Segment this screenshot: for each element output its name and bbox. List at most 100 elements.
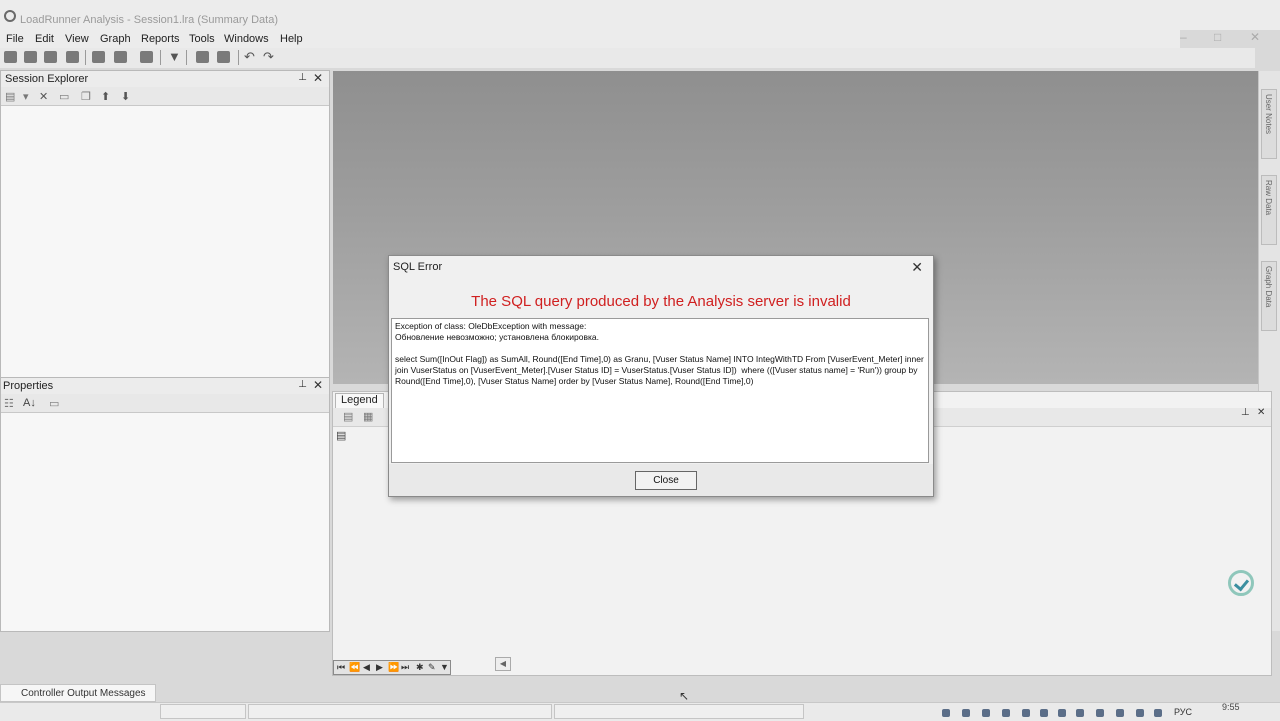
wifi-icon[interactable] xyxy=(1136,709,1144,717)
add-graph-icon[interactable]: ▤ xyxy=(5,90,15,103)
legend-config-icon[interactable]: ▤ xyxy=(343,410,353,423)
categorized-icon[interactable]: ☷ xyxy=(4,397,14,410)
delete-icon[interactable]: ✕ xyxy=(39,90,48,103)
tab-user-notes[interactable]: User Notes xyxy=(1261,89,1277,159)
edit-record-icon[interactable]: ✎ xyxy=(428,662,436,673)
status-cell xyxy=(160,704,246,719)
rename-icon[interactable]: ▭ xyxy=(59,90,69,103)
menu-file[interactable]: File xyxy=(6,33,24,45)
move-up-icon[interactable]: ⬆ xyxy=(101,90,110,103)
report-icon[interactable] xyxy=(196,51,209,63)
maximize-icon[interactable]: □ xyxy=(1214,30,1221,44)
pin-icon[interactable]: ⊥ xyxy=(298,72,307,83)
tray-icon[interactable] xyxy=(1076,709,1084,717)
filter-icon[interactable]: ▼ xyxy=(440,662,449,672)
tray-icon[interactable] xyxy=(942,709,950,717)
window-title: LoadRunner Analysis - Session1.lra (Summ… xyxy=(20,14,279,26)
menu-windows[interactable]: Windows xyxy=(224,33,269,45)
tray-icon[interactable] xyxy=(1022,709,1030,717)
dialog-title: SQL Error xyxy=(393,261,443,273)
tab-raw-data-label: Raw Data xyxy=(1264,180,1273,216)
save-icon[interactable] xyxy=(44,51,57,63)
last-record-icon[interactable]: ⏭ xyxy=(401,662,409,673)
status-cell xyxy=(248,704,552,719)
move-down-icon[interactable]: ⬇ xyxy=(121,90,130,103)
minimize-icon[interactable]: – xyxy=(1180,30,1187,44)
new-graph-icon[interactable] xyxy=(92,51,105,63)
toolbar: ▼ ↶ ↷ xyxy=(0,48,1255,68)
close-icon[interactable]: ✕ xyxy=(1257,407,1265,418)
system-tray: РУС 9:55 xyxy=(930,702,1280,720)
next-page-icon[interactable]: ⏩ xyxy=(388,662,399,673)
properties-header: Properties ⊥ ✕ xyxy=(1,378,329,395)
html-report-icon[interactable] xyxy=(217,51,230,63)
sort-alpha-icon[interactable]: A↓ xyxy=(23,397,36,409)
close-window-icon[interactable]: ✕ xyxy=(1250,30,1260,44)
property-pages-icon[interactable]: ▭ xyxy=(49,397,59,410)
battery-icon[interactable] xyxy=(1096,709,1104,717)
tray-icon[interactable] xyxy=(1040,709,1048,717)
clock[interactable]: 9:55 xyxy=(1222,702,1240,712)
legend-row-icon[interactable]: ▤ xyxy=(336,429,346,442)
prev-record-icon[interactable]: ◀ xyxy=(363,662,370,673)
title-bar: LoadRunner Analysis - Session1.lra (Summ… xyxy=(0,0,1280,30)
toolbar-separator xyxy=(238,50,239,65)
dialog-heading: The SQL query produced by the Analysis s… xyxy=(471,293,851,310)
next-record-icon[interactable]: ▶ xyxy=(376,662,383,673)
scroll-left-icon[interactable]: ◀ xyxy=(495,657,511,671)
menu-help[interactable]: Help xyxy=(280,33,303,45)
new-session-icon[interactable] xyxy=(4,51,17,63)
session-explorer-toolbar: ▤ ▾ ✕ ▭ ❐ ⬆ ⬇ xyxy=(1,87,329,106)
pin-icon[interactable]: ⊥ xyxy=(298,379,307,390)
merge-graphs-icon[interactable] xyxy=(114,51,127,63)
toolbar-separator xyxy=(186,50,187,65)
tray-icon[interactable] xyxy=(982,709,990,717)
close-icon[interactable]: ✕ xyxy=(911,259,923,276)
close-button[interactable]: Close xyxy=(635,471,697,490)
first-record-icon[interactable]: ⏮ xyxy=(337,662,345,673)
menu-graph[interactable]: Graph xyxy=(100,33,131,45)
close-icon[interactable]: ✕ xyxy=(313,71,323,85)
volume-icon[interactable] xyxy=(1154,709,1162,717)
add-record-icon[interactable]: ✱ xyxy=(416,662,424,673)
input-language[interactable]: РУС xyxy=(1174,707,1192,717)
check-icon xyxy=(1228,570,1254,596)
menu-tools[interactable]: Tools xyxy=(189,33,215,45)
dropdown-icon[interactable]: ▾ xyxy=(23,90,29,103)
tab-user-notes-label: User Notes xyxy=(1264,94,1273,135)
network-icon[interactable] xyxy=(1116,709,1124,717)
copy-graph-icon[interactable] xyxy=(140,51,153,63)
close-icon[interactable]: ✕ xyxy=(313,378,323,392)
menu-reports[interactable]: Reports xyxy=(141,33,180,45)
controller-output-label: Controller Output Messages xyxy=(21,688,146,699)
undo-icon[interactable]: ↶ xyxy=(244,49,255,65)
redo-icon[interactable]: ↷ xyxy=(263,49,274,65)
pin-icon[interactable]: ⊥ xyxy=(1241,407,1250,418)
menu-edit[interactable]: Edit xyxy=(35,33,54,45)
tray-icon[interactable] xyxy=(1058,709,1066,717)
properties-title: Properties xyxy=(3,380,54,392)
session-explorer-header: Session Explorer ⊥ ✕ xyxy=(1,71,329,88)
properties-grid[interactable] xyxy=(1,413,329,631)
legend-tab[interactable]: Legend xyxy=(335,393,384,409)
open-session-icon[interactable] xyxy=(24,51,37,63)
error-line-1: Exception of class: OleDbException with … xyxy=(395,321,587,331)
tab-raw-data[interactable]: Raw Data xyxy=(1261,175,1277,245)
session-explorer-tree[interactable] xyxy=(1,106,329,379)
tray-icon[interactable] xyxy=(962,709,970,717)
legend-navigator: ⏮ ⏪ ◀ ▶ ⏩ ⏭ ✱ ✎ ▼ xyxy=(333,660,451,675)
tab-controller-output[interactable]: Controller Output Messages xyxy=(0,684,156,702)
tab-graph-data[interactable]: Graph Data xyxy=(1261,261,1277,331)
sql-error-dialog: SQL Error ✕ The SQL query produced by th… xyxy=(388,255,934,497)
filter-icon[interactable]: ▼ xyxy=(168,49,181,64)
duplicate-icon[interactable]: ❐ xyxy=(81,90,91,103)
toolbar-separator xyxy=(160,50,161,65)
tray-icon[interactable] xyxy=(1002,709,1010,717)
legend-columns-icon[interactable]: ▦ xyxy=(363,410,373,423)
status-cell xyxy=(554,704,804,719)
error-details-text[interactable]: Exception of class: OleDbException with … xyxy=(391,318,929,463)
mouse-cursor-icon: ↖ xyxy=(679,689,690,703)
menu-view[interactable]: View xyxy=(65,33,89,45)
print-icon[interactable] xyxy=(66,51,79,63)
prev-page-icon[interactable]: ⏪ xyxy=(349,662,360,673)
